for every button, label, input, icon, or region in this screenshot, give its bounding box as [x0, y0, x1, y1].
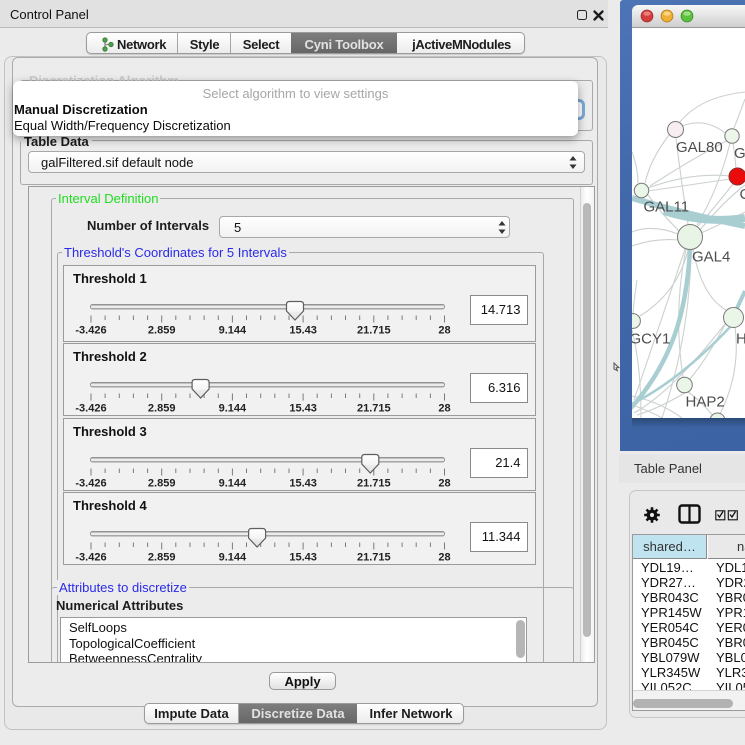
svg-text:15.43: 15.43 [289, 478, 317, 490]
svg-text:21.715: 21.715 [357, 478, 391, 490]
svg-text:9.144: 9.144 [219, 403, 247, 415]
svg-text:21.715: 21.715 [357, 325, 391, 337]
svg-text:21.715: 21.715 [357, 403, 391, 415]
svg-text:15.43: 15.43 [289, 325, 317, 337]
svg-text:2.859: 2.859 [148, 478, 176, 490]
svg-text:GCY1: GCY1 [632, 331, 670, 348]
svg-text:H: H [736, 331, 745, 348]
svg-text:2.859: 2.859 [148, 403, 176, 415]
svg-text:28: 28 [438, 552, 450, 564]
svg-text:28: 28 [438, 325, 450, 337]
svg-text:15.43: 15.43 [289, 552, 317, 564]
svg-text:9.144: 9.144 [219, 552, 247, 564]
svg-text:28: 28 [438, 478, 450, 490]
svg-text:21.715: 21.715 [357, 552, 391, 564]
svg-text:GAL4: GAL4 [692, 249, 730, 266]
svg-text:2.859: 2.859 [148, 325, 176, 337]
svg-text:GA: GA [734, 145, 745, 162]
svg-text:15.43: 15.43 [289, 403, 317, 415]
svg-text:28: 28 [438, 403, 450, 415]
svg-text:2.859: 2.859 [148, 552, 176, 564]
svg-text:9.144: 9.144 [219, 478, 247, 490]
svg-text:GAL11: GAL11 [644, 199, 690, 216]
svg-text:C: C [740, 186, 745, 203]
svg-text:9.144: 9.144 [219, 325, 247, 337]
svg-text:-3.426: -3.426 [75, 552, 106, 564]
svg-text:-3.426: -3.426 [75, 403, 106, 415]
svg-text:GAL80: GAL80 [676, 139, 723, 156]
svg-text:-3.426: -3.426 [75, 325, 106, 337]
svg-text:HAP2: HAP2 [686, 394, 725, 411]
svg-text:-3.426: -3.426 [75, 478, 106, 490]
